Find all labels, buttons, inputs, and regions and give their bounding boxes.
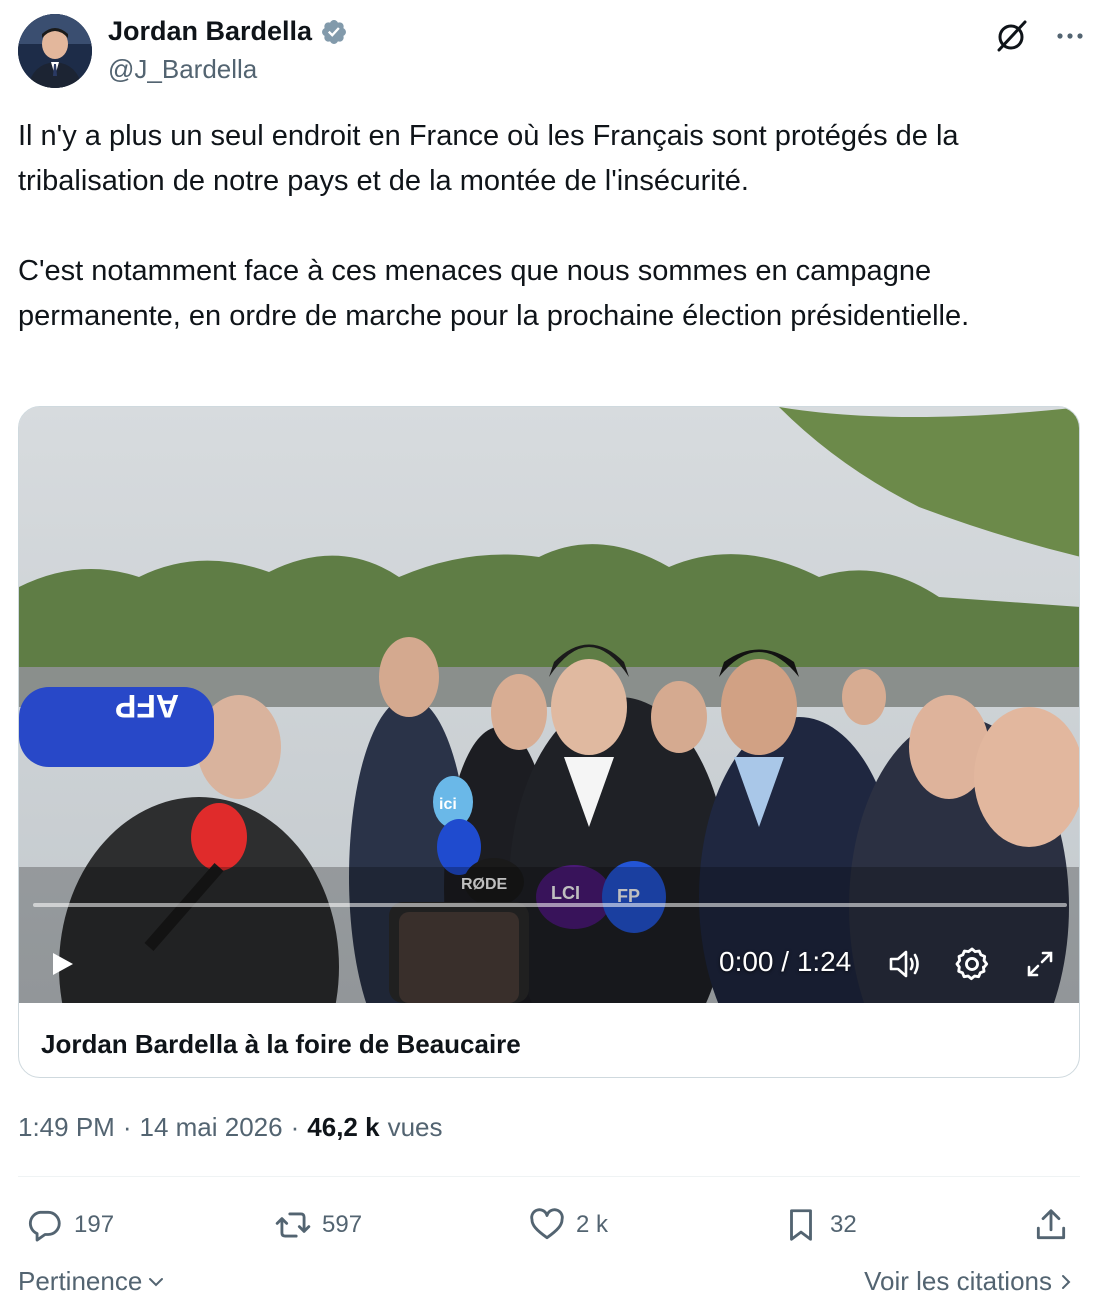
- volume-icon[interactable]: [885, 945, 923, 983]
- tweet-meta: 1:49 PM · 14 mai 2026 · 46,2 k vues: [18, 1112, 443, 1143]
- reply-icon: [28, 1210, 61, 1242]
- bookmark-icon: [790, 1209, 812, 1241]
- views-count: 46,2 k: [307, 1112, 380, 1142]
- display-name[interactable]: Jordan Bardella: [108, 16, 312, 47]
- chevron-right-icon: [1062, 1274, 1071, 1289]
- sort-dropdown[interactable]: Pertinence: [18, 1266, 166, 1297]
- repost-count: 597: [322, 1211, 363, 1238]
- video-card[interactable]: AFP ici RØDE LCI FP 0:00 / 1:24 Jordan B…: [18, 406, 1080, 1078]
- quotes-link-label: Voir les citations: [864, 1266, 1052, 1296]
- like-count: 2 k: [576, 1211, 609, 1238]
- svg-text:AFP: AFP: [115, 688, 179, 724]
- video-card-title[interactable]: Jordan Bardella à la foire de Beaucaire: [41, 1029, 521, 1060]
- like-button[interactable]: 2 k: [528, 1200, 608, 1250]
- action-bar: 197 597 2 k 32: [18, 1200, 1080, 1250]
- meta-separator: ·: [290, 1112, 300, 1142]
- video-thumbnail: AFP ici RØDE LCI FP: [19, 407, 1079, 1003]
- repost-icon: [275, 1212, 311, 1238]
- meta-separator: ·: [122, 1112, 132, 1142]
- grok-icon[interactable]: [994, 18, 1030, 54]
- fullscreen-icon[interactable]: [1021, 945, 1059, 983]
- bookmark-count: 32: [830, 1211, 857, 1238]
- sort-label: Pertinence: [18, 1266, 143, 1296]
- repost-button[interactable]: 597: [274, 1200, 362, 1250]
- reply-count: 197: [74, 1211, 115, 1238]
- share-button[interactable]: [1032, 1200, 1080, 1250]
- name-row: Jordan Bardella: [108, 16, 348, 47]
- header-icons: [994, 18, 1088, 54]
- play-icon[interactable]: [47, 949, 77, 979]
- reply-button[interactable]: 197: [26, 1200, 114, 1250]
- tweet-text: Il n'y a plus un seul endroit en France …: [18, 120, 970, 332]
- progress-bar[interactable]: [33, 903, 1067, 907]
- settings-gear-icon[interactable]: [953, 945, 991, 983]
- timecode: 0:00 / 1:24: [719, 946, 852, 977]
- divider: [18, 1176, 1080, 1177]
- views-label: vues: [387, 1112, 443, 1142]
- avatar[interactable]: [18, 14, 92, 88]
- bookmark-button[interactable]: 32: [782, 1200, 857, 1250]
- share-icon: [1036, 1209, 1066, 1240]
- chevron-down-icon: [149, 1277, 164, 1286]
- verified-badge-icon[interactable]: [320, 18, 348, 46]
- video-player[interactable]: AFP ici RØDE LCI FP 0:00 / 1:24: [19, 407, 1079, 1003]
- more-icon[interactable]: [1052, 18, 1088, 54]
- tweet-header: Jordan Bardella @J_Bardella: [18, 14, 1088, 90]
- heart-icon: [530, 1208, 564, 1240]
- quotes-link[interactable]: Voir les citations: [864, 1266, 1076, 1297]
- tweet-date[interactable]: 14 mai 2026: [140, 1112, 283, 1143]
- svg-text:ici: ici: [439, 796, 457, 813]
- video-controls: 0:00 / 1:24: [19, 937, 1079, 987]
- handle[interactable]: @J_Bardella: [108, 54, 257, 85]
- tweet-time[interactable]: 1:49 PM: [18, 1112, 115, 1143]
